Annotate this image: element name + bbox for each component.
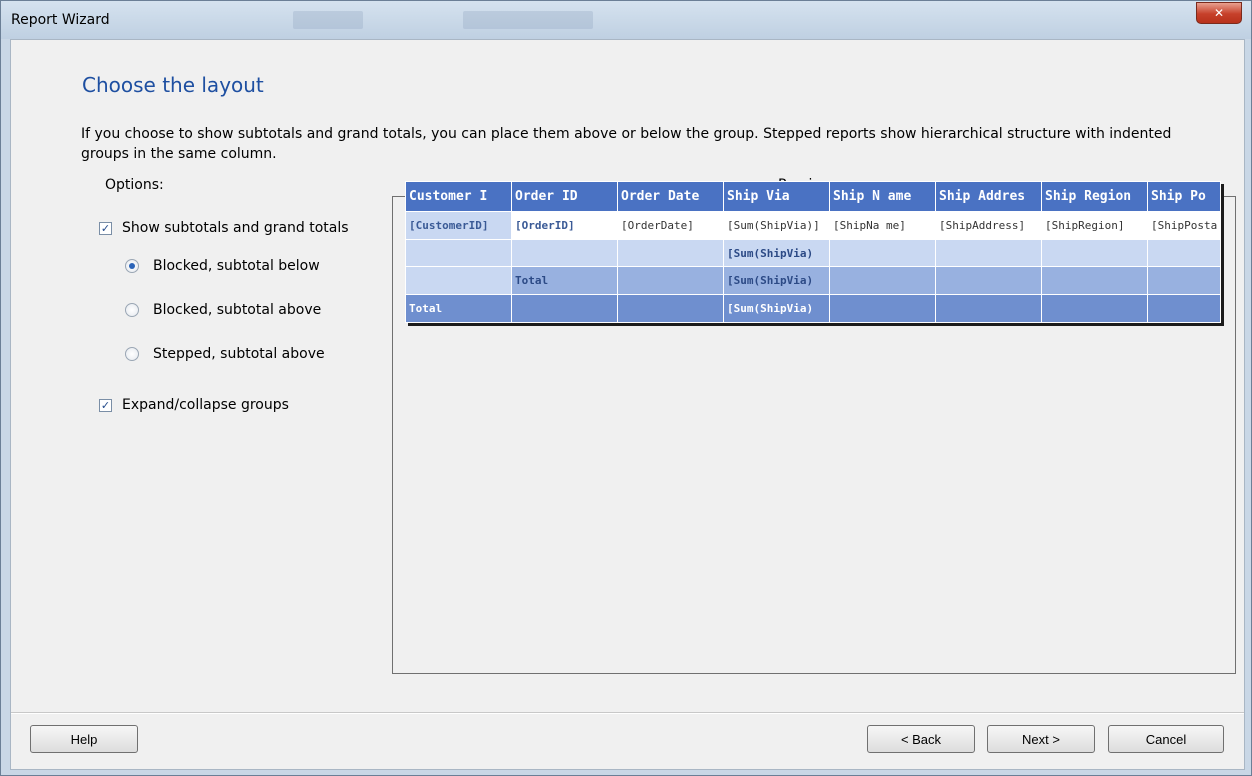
preview-cell xyxy=(1041,266,1148,296)
preview-header-cell: Ship Addres xyxy=(935,181,1042,212)
layout-radio-stepped-above[interactable]: Stepped, subtotal above xyxy=(125,346,325,362)
preview-detail-row: [CustomerID] [OrderID] [OrderDate] [Sum(… xyxy=(405,210,1221,240)
preview-header-cell: Customer I xyxy=(405,181,512,212)
options-label: Options: xyxy=(105,177,164,193)
preview-cell: [Sum(ShipVia)] xyxy=(723,210,830,240)
preview-cell: Total xyxy=(405,294,512,323)
expand-collapse-checkbox[interactable]: ✓ Expand/collapse groups xyxy=(99,397,289,413)
preview-cell xyxy=(617,294,724,323)
preview-cell xyxy=(935,238,1042,268)
help-button[interactable]: Help xyxy=(30,725,138,753)
preview-cell xyxy=(1147,294,1221,323)
preview-cell: [Sum(ShipVia) xyxy=(723,294,830,323)
layout-radio-label: Blocked, subtotal above xyxy=(153,302,322,318)
preview-cell xyxy=(1147,238,1221,268)
background-toolbar-ghost xyxy=(463,11,593,29)
preview-cell: [ShipNa me] xyxy=(829,210,936,240)
layout-radio-blocked-above[interactable]: Blocked, subtotal above xyxy=(125,302,321,318)
show-totals-checkbox[interactable]: ✓ Show subtotals and grand totals xyxy=(99,220,349,236)
preview-header-cell: Ship Po xyxy=(1147,181,1221,212)
wizard-content: Choose the layout If you choose to show … xyxy=(10,39,1245,770)
layout-preview-table: Customer I Order ID Order Date Ship Via … xyxy=(405,181,1221,323)
preview-cell xyxy=(829,294,936,323)
preview-cell: [OrderID] xyxy=(511,210,618,240)
radio-unselected-icon xyxy=(125,347,139,361)
preview-cell xyxy=(405,266,512,296)
preview-cell xyxy=(1041,294,1148,323)
preview-header-cell: Ship N ame xyxy=(829,181,936,212)
preview-header-cell: Order Date xyxy=(617,181,724,212)
title-bar[interactable]: Report Wizard ✕ xyxy=(1,1,1251,39)
back-button[interactable]: < Back xyxy=(867,725,975,753)
preview-header-cell: Ship Region xyxy=(1041,181,1148,212)
window-title: Report Wizard xyxy=(11,12,110,28)
preview-cell: [ShipPosta xyxy=(1147,210,1221,240)
cancel-button[interactable]: Cancel xyxy=(1108,725,1224,753)
preview-cell: [ShipAddress] xyxy=(935,210,1042,240)
layout-radio-label: Blocked, subtotal below xyxy=(153,258,320,274)
footer-separator xyxy=(11,712,1244,714)
layout-radio-blocked-below[interactable]: Blocked, subtotal below xyxy=(125,258,320,274)
preview-cell: [Sum(ShipVia) xyxy=(723,266,830,296)
layout-radio-label: Stepped, subtotal above xyxy=(153,346,325,362)
checkbox-checked-icon: ✓ xyxy=(99,398,112,412)
expand-collapse-label: Expand/collapse groups xyxy=(122,397,289,413)
preview-header-cell: Order ID xyxy=(511,181,618,212)
preview-group-total-row: Total [Sum(ShipVia) xyxy=(405,266,1221,296)
preview-cell xyxy=(1147,266,1221,296)
preview-cell: [OrderDate] xyxy=(617,210,724,240)
close-button[interactable]: ✕ xyxy=(1196,2,1242,24)
report-wizard-window: Report Wizard ✕ Choose the layout If you… xyxy=(0,0,1252,776)
preview-cell xyxy=(405,238,512,268)
preview-cell xyxy=(935,266,1042,296)
preview-cell xyxy=(511,238,618,268)
preview-cell xyxy=(617,238,724,268)
preview-cell xyxy=(617,266,724,296)
checkbox-checked-icon: ✓ xyxy=(99,221,112,235)
preview-header-row: Customer I Order ID Order Date Ship Via … xyxy=(405,181,1221,212)
background-toolbar-ghost xyxy=(293,11,363,29)
show-totals-label: Show subtotals and grand totals xyxy=(122,220,349,236)
page-title: Choose the layout xyxy=(82,73,264,97)
next-button[interactable]: Next > xyxy=(987,725,1095,753)
preview-cell xyxy=(1041,238,1148,268)
preview-cell xyxy=(935,294,1042,323)
preview-cell xyxy=(829,266,936,296)
preview-grand-total-row: Total [Sum(ShipVia) xyxy=(405,294,1221,323)
preview-cell: [ShipRegion] xyxy=(1041,210,1148,240)
preview-header-cell: Ship Via xyxy=(723,181,830,212)
radio-selected-icon xyxy=(125,259,139,273)
preview-subtotal-row: [Sum(ShipVia) xyxy=(405,238,1221,268)
preview-cell: Total xyxy=(511,266,618,296)
preview-cell: [Sum(ShipVia) xyxy=(723,238,830,268)
close-icon: ✕ xyxy=(1213,6,1225,20)
preview-cell xyxy=(829,238,936,268)
preview-cell: [CustomerID] xyxy=(405,210,512,240)
preview-cell xyxy=(511,294,618,323)
page-description: If you choose to show subtotals and gran… xyxy=(81,126,1172,162)
radio-unselected-icon xyxy=(125,303,139,317)
